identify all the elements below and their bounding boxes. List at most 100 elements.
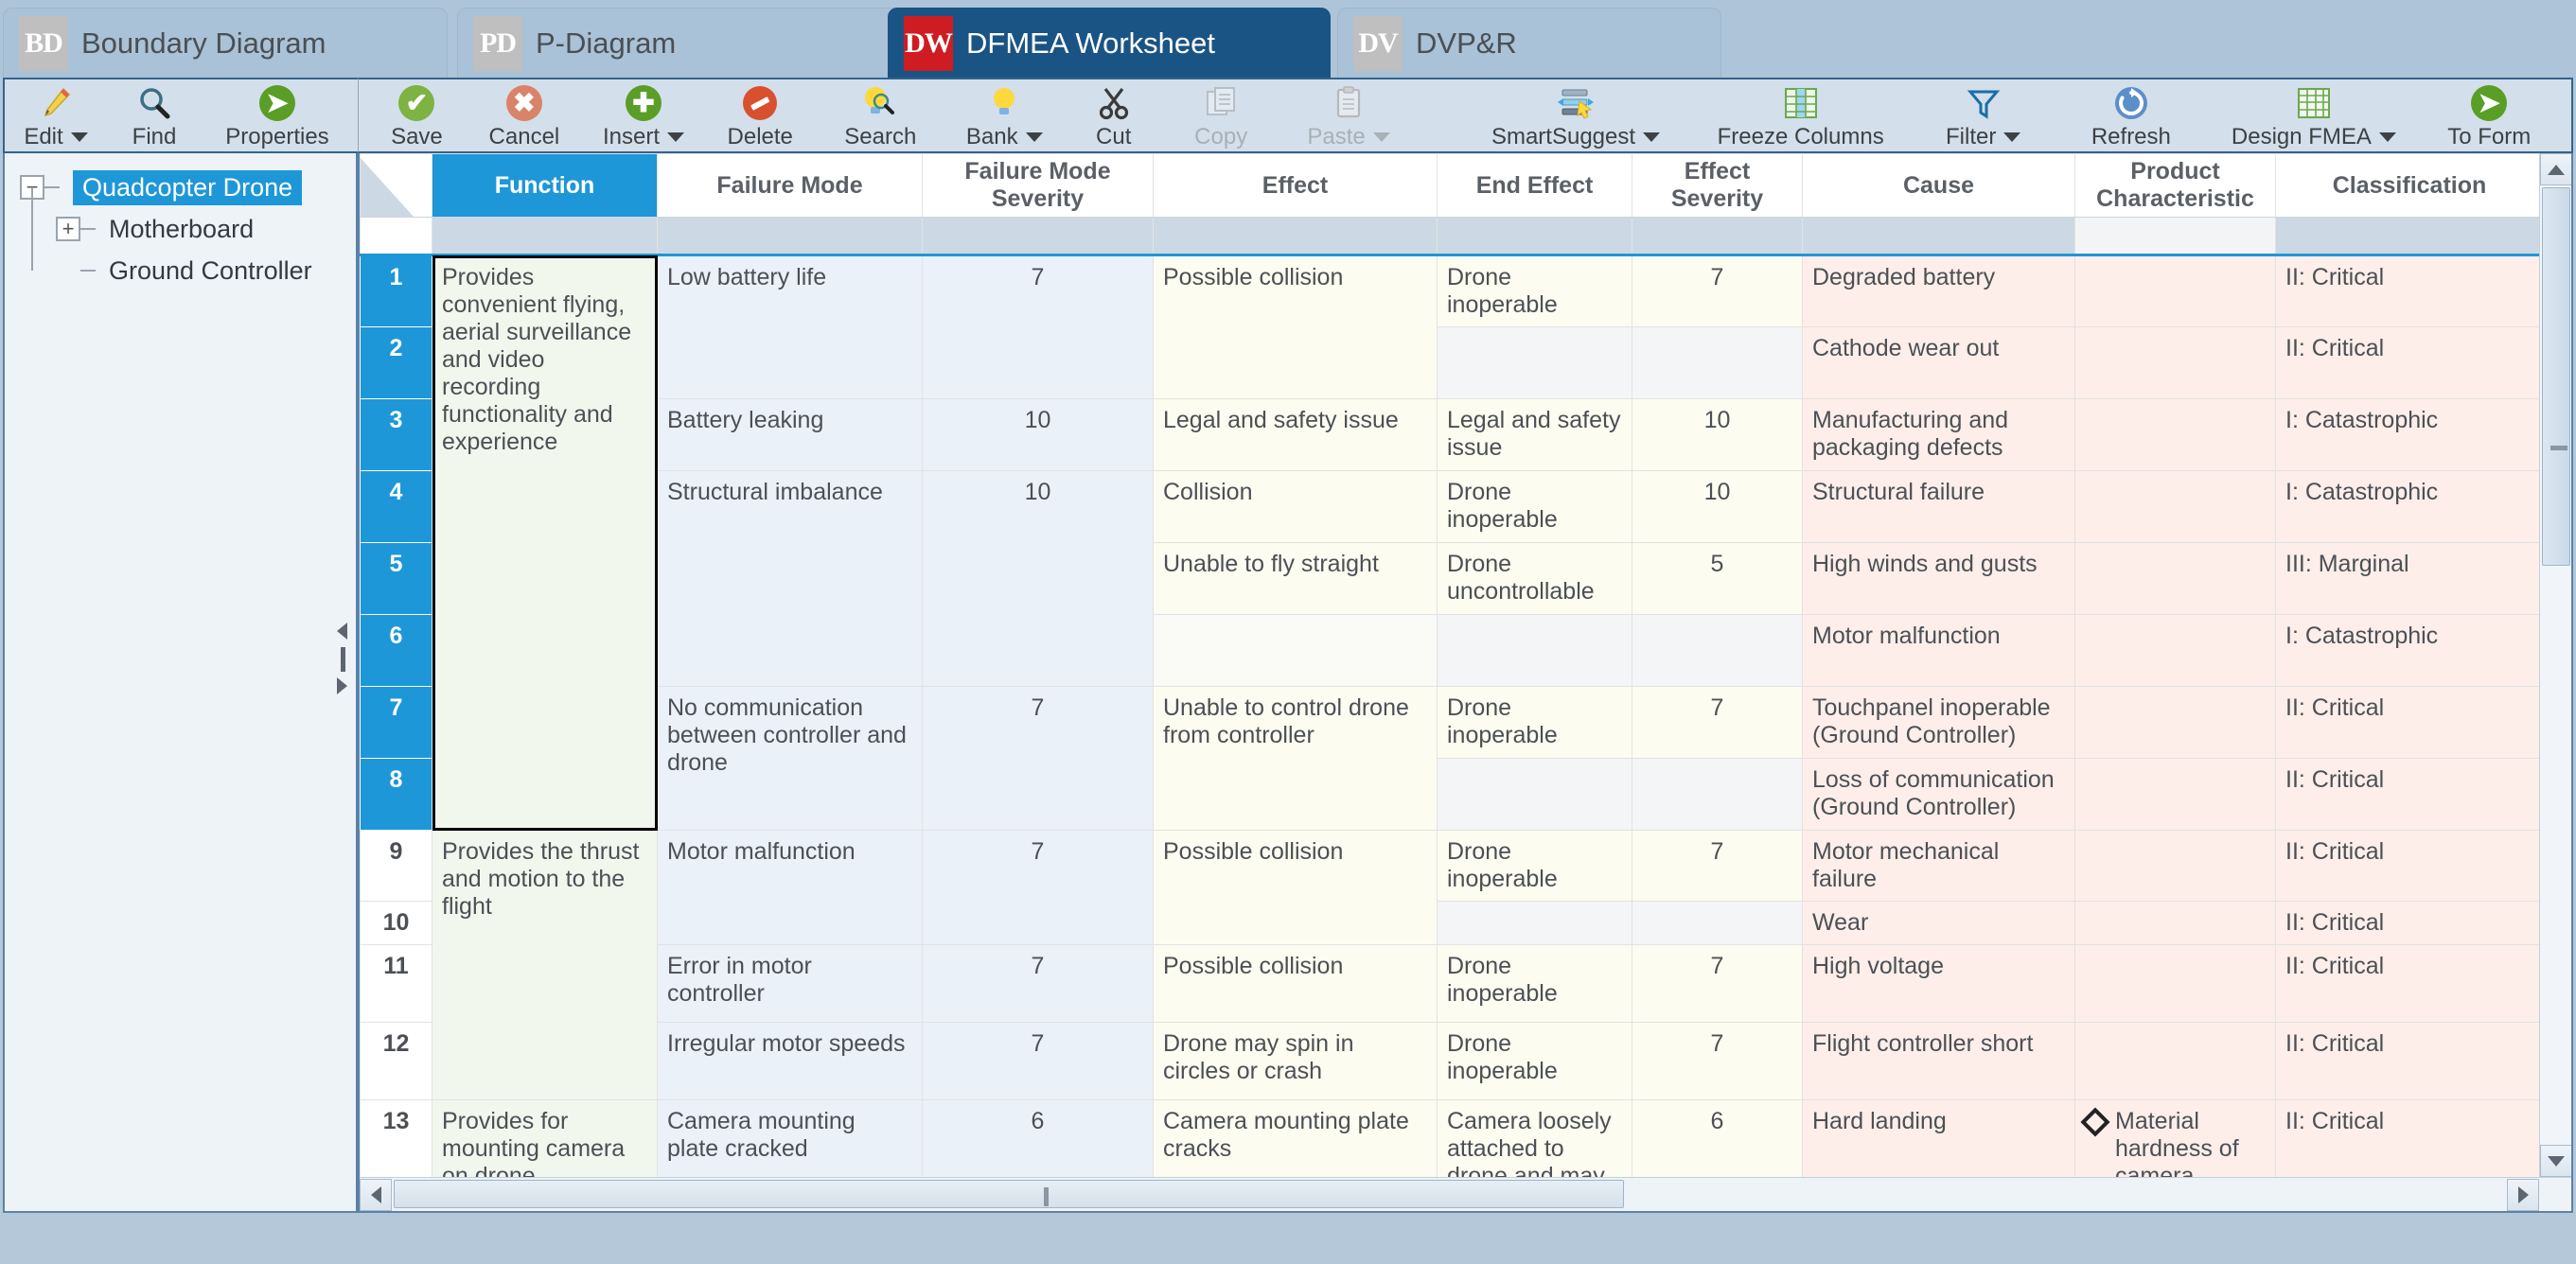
cell-product-characteristic[interactable] — [2074, 758, 2276, 831]
expand-right-icon[interactable] — [337, 677, 347, 694]
cell-cause[interactable]: Motor mechanical failure — [1802, 830, 2075, 902]
collapse-left-icon[interactable] — [337, 623, 347, 640]
cell-product-characteristic[interactable] — [2074, 398, 2276, 471]
chevron-down-icon[interactable] — [1643, 132, 1661, 142]
tree-expander-plus-icon[interactable]: + — [56, 217, 80, 241]
cell-effect-severity[interactable]: 7 — [1632, 830, 1803, 902]
table-row[interactable]: 4 Structural imbalance 10 Collision Dron… — [360, 470, 2539, 687]
cell-effect[interactable] — [1153, 614, 1438, 687]
tree-node-motherboard[interactable]: + Motherboard — [20, 187, 356, 250]
table-row[interactable]: 3 Battery leaking 10 Legal and safety is… — [360, 398, 2539, 471]
chevron-down-icon[interactable] — [2378, 132, 2396, 142]
to-form-button[interactable]: ➤ To Form — [2422, 79, 2556, 150]
cell-product-characteristic[interactable] — [2074, 470, 2276, 543]
cancel-button[interactable]: ✖ Cancel — [466, 79, 583, 150]
cell-end-effect[interactable]: Drone uncontrollable — [1437, 542, 1632, 615]
cell-product-characteristic[interactable] — [2074, 686, 2276, 759]
cell-failure-mode[interactable]: No communication between controller and … — [657, 686, 923, 831]
cell-effect-severity[interactable] — [1632, 758, 1803, 831]
cell-failure-mode-severity[interactable]: 7 — [922, 830, 1154, 945]
filter-cell-product-characteristic[interactable] — [2074, 217, 2276, 256]
cell-effect[interactable]: Unable to control drone from controller — [1153, 686, 1438, 831]
tree-node-quadcopter-drone[interactable]: − Quadcopter Drone — [20, 167, 356, 208]
cell-effect[interactable]: Unable to fly straight — [1153, 542, 1438, 615]
horizontal-scrollbar[interactable] — [360, 1177, 2571, 1211]
row-number-cell[interactable]: 2 — [360, 326, 432, 399]
cell-effect[interactable]: Drone may spin in circles or crash — [1153, 1022, 1438, 1100]
row-number-cell[interactable]: 12 — [360, 1022, 432, 1100]
row-number-cell[interactable]: 6 — [360, 614, 432, 687]
vertical-scrollbar[interactable] — [2539, 153, 2571, 1177]
cell-classification[interactable]: II: Critical — [2275, 326, 2539, 399]
cell-end-effect[interactable]: Camera loosely attached to drone and may… — [1437, 1099, 1632, 1177]
row-number-cell[interactable]: 4 — [360, 470, 432, 543]
save-button[interactable]: ✔ Save — [368, 79, 466, 150]
cell-classification[interactable]: III: Marginal — [2275, 542, 2539, 615]
filter-cell-failure-mode-severity[interactable] — [922, 217, 1154, 256]
cell-classification[interactable]: II: Critical — [2275, 901, 2539, 945]
tab-boundary-diagram[interactable]: BD Boundary Diagram — [3, 8, 448, 78]
cell-product-characteristic[interactable] — [2074, 1022, 2276, 1100]
table-row[interactable]: 12 Irregular motor speeds 7 Drone may sp… — [360, 1022, 2539, 1100]
cell-end-effect[interactable]: Drone inoperable — [1437, 470, 1632, 543]
cell-failure-mode-severity[interactable]: 7 — [922, 255, 1154, 399]
cell-product-characteristic[interactable] — [2074, 614, 2276, 687]
tab-dvpr[interactable]: DV DVP&R — [1337, 8, 1721, 78]
scroll-right-button[interactable] — [2507, 1179, 2539, 1211]
row-number-cell[interactable]: 1 — [360, 255, 432, 327]
cell-effect[interactable]: Possible collision — [1153, 944, 1438, 1023]
cell-classification[interactable]: I: Catastrophic — [2275, 398, 2539, 471]
cell-failure-mode[interactable]: Low battery life — [657, 255, 923, 399]
bank-button[interactable]: Bank — [944, 79, 1064, 150]
column-header-function[interactable]: Function — [432, 153, 658, 218]
filter-cell-classification[interactable] — [2275, 217, 2539, 256]
cell-end-effect[interactable]: Drone inoperable — [1437, 686, 1632, 759]
cell-cause[interactable]: Degraded battery — [1802, 255, 2075, 327]
table-row[interactable]: 13 Provides for mounting camera on drone… — [360, 1099, 2539, 1177]
column-header-failure-mode-severity[interactable]: Failure Mode Severity — [922, 153, 1154, 218]
cell-cause[interactable]: Structural failure — [1802, 470, 2075, 543]
row-number-cell[interactable]: 3 — [360, 398, 432, 471]
cell-end-effect[interactable]: Legal and safety issue — [1437, 398, 1632, 471]
cell-end-effect[interactable]: Drone inoperable — [1437, 944, 1632, 1023]
cell-product-characteristic[interactable] — [2074, 830, 2276, 902]
column-header-effect-severity[interactable]: Effect Severity — [1632, 153, 1803, 218]
grid-corner-cell[interactable] — [360, 153, 432, 218]
smartsuggest-button[interactable]: SmartSuggest — [1460, 79, 1691, 150]
cell-cause[interactable]: Motor malfunction — [1802, 614, 2075, 687]
table-row[interactable]: 11 Error in motor controller 7 Possible … — [360, 944, 2539, 1023]
cell-function[interactable]: Provides for mounting camera on drone — [432, 1099, 658, 1177]
cell-failure-mode-severity[interactable]: 10 — [922, 470, 1154, 687]
chevron-down-icon[interactable] — [667, 132, 685, 142]
chevron-down-icon[interactable] — [1372, 132, 1390, 142]
cell-effect[interactable]: Collision — [1153, 470, 1438, 543]
column-header-product-characteristic[interactable]: Product Characteristic — [2074, 153, 2276, 218]
column-header-failure-mode[interactable]: Failure Mode — [657, 153, 923, 218]
cell-effect[interactable]: Legal and safety issue — [1153, 398, 1438, 471]
delete-button[interactable]: Delete — [704, 79, 816, 150]
cell-cause[interactable]: High voltage — [1802, 944, 2075, 1023]
row-number-cell[interactable]: 13 — [360, 1099, 432, 1177]
cell-product-characteristic[interactable] — [2074, 944, 2276, 1023]
splitter-grip[interactable] — [341, 647, 345, 672]
filter-button[interactable]: Filter — [1910, 79, 2056, 150]
tree-label-quadcopter-drone[interactable]: Quadcopter Drone — [73, 169, 303, 205]
cell-effect-severity[interactable]: 7 — [1632, 255, 1803, 327]
cell-end-effect[interactable]: Drone inoperable — [1437, 255, 1632, 327]
cell-end-effect[interactable] — [1437, 326, 1632, 399]
cell-cause[interactable]: Hard landing — [1802, 1099, 2075, 1177]
paste-button[interactable]: Paste — [1279, 79, 1418, 150]
tree-label-ground-controller[interactable]: Ground Controller — [109, 256, 312, 286]
cell-cause[interactable]: Wear — [1802, 901, 2075, 945]
cell-cause[interactable]: Cathode wear out — [1802, 326, 2075, 399]
row-number-cell[interactable]: 10 — [360, 901, 432, 945]
cell-cause[interactable]: Touchpanel inoperable (Ground Controller… — [1802, 686, 2075, 759]
cell-effect[interactable]: Possible collision — [1153, 830, 1438, 945]
cell-effect[interactable]: Possible collision — [1153, 255, 1438, 399]
chevron-down-icon[interactable] — [2003, 132, 2021, 142]
cell-classification[interactable]: II: Critical — [2275, 686, 2539, 759]
cell-cause[interactable]: Flight controller short — [1802, 1022, 2075, 1100]
cell-end-effect[interactable] — [1437, 901, 1632, 945]
refresh-button[interactable]: Refresh — [2056, 79, 2205, 150]
cell-effect-severity[interactable]: 10 — [1632, 398, 1803, 471]
